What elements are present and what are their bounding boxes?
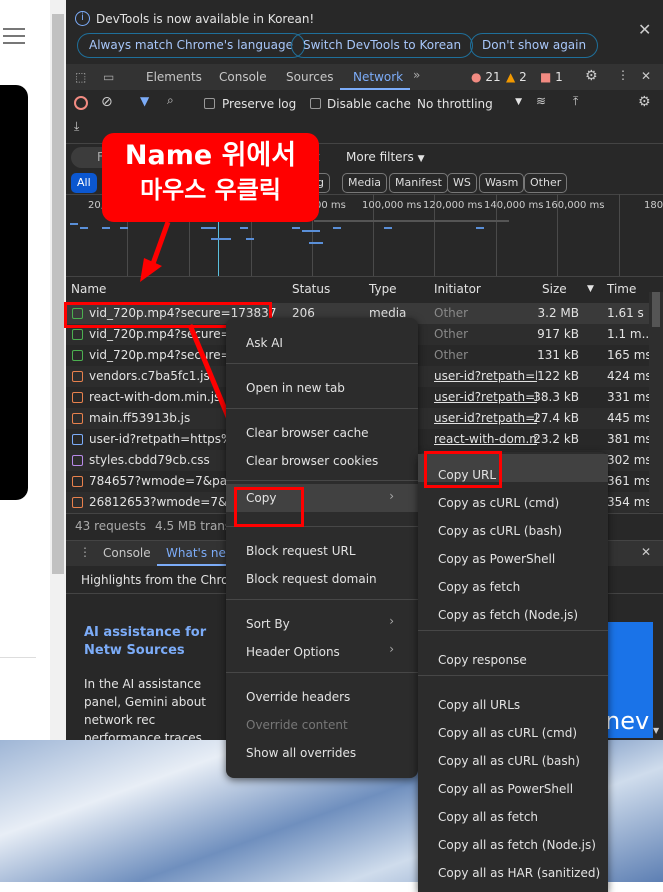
copy-item[interactable]: Copy response <box>438 653 527 667</box>
chevron-right-icon: › <box>389 489 394 503</box>
menu-block-domain[interactable]: Block request domain <box>246 572 377 586</box>
copy-item[interactable]: Copy all as HAR (sanitized) <box>438 866 600 880</box>
menu-block-url[interactable]: Block request URL <box>246 544 356 558</box>
copy-item[interactable]: Copy all URLs <box>438 698 520 712</box>
copy-item[interactable]: Copy as fetch (Node.js) <box>438 608 578 622</box>
menu-clear-cache[interactable]: Clear browser cache <box>246 426 369 440</box>
menu-override-content: Override content <box>246 718 348 732</box>
copy-item[interactable]: Copy all as cURL (bash) <box>438 754 580 768</box>
copy-item[interactable]: Copy all as fetch (Node.js) <box>438 838 596 852</box>
menu-show-overrides[interactable]: Show all overrides <box>246 746 356 760</box>
menu-clear-cookies[interactable]: Clear browser cookies <box>246 454 378 468</box>
copy-item[interactable]: Copy as cURL (cmd) <box>438 496 559 510</box>
copy-item[interactable]: Copy as fetch <box>438 580 520 594</box>
copy-submenu: Copy URL Copy as cURL (cmd) Copy as cURL (… <box>418 452 608 892</box>
menu-header-options[interactable]: Header Options <box>246 645 340 659</box>
copy-item[interactable]: Copy as cURL (bash) <box>438 524 562 538</box>
chevron-right-icon: › <box>389 614 394 628</box>
menu-open-new-tab[interactable]: Open in new tab <box>246 381 345 395</box>
copy-item[interactable]: Copy all as fetch <box>438 810 538 824</box>
copy-item[interactable]: Copy all as cURL (cmd) <box>438 726 577 740</box>
menu-ask-ai[interactable]: Ask AI <box>246 336 283 350</box>
menu-override-headers[interactable]: Override headers <box>246 690 350 704</box>
copy-item[interactable]: Copy as PowerShell <box>438 552 555 566</box>
menu-sort-by[interactable]: Sort By <box>246 617 290 631</box>
chevron-right-icon: › <box>389 642 394 656</box>
context-menu: Ask AI Open in new tab Clear browser cac… <box>226 318 418 778</box>
highlight-copy <box>234 487 304 527</box>
copy-item[interactable]: Copy all as PowerShell <box>438 782 573 796</box>
highlight-copy-url <box>424 451 502 488</box>
